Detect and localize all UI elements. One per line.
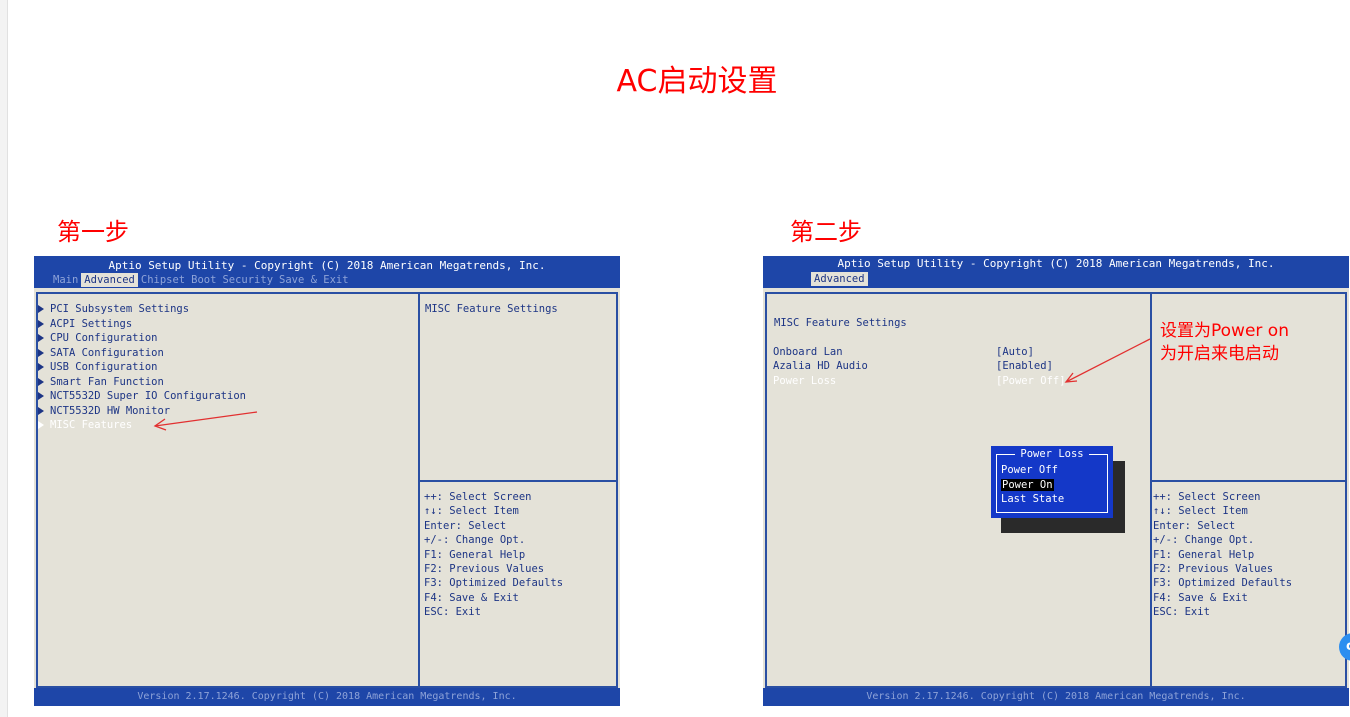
arrow-to-power-loss — [1064, 338, 1151, 383]
floating-icon-glyph: c — [1346, 639, 1350, 654]
annotation-arrows — [153, 338, 1151, 431]
arrow-to-misc-features — [153, 411, 258, 431]
